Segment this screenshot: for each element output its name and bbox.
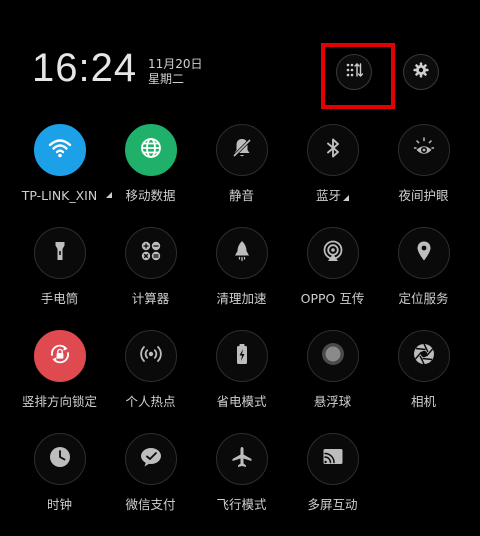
tile-rotation-lock[interactable]: 竖排方向锁定 bbox=[14, 330, 105, 433]
tile-label: TP-LINK_XIN bbox=[20, 188, 112, 204]
expand-caret-icon bbox=[105, 192, 112, 198]
tile-clock[interactable]: 时钟 bbox=[14, 433, 105, 536]
clock-button[interactable] bbox=[33, 433, 86, 485]
tile-power-saving[interactable]: 省电模式 bbox=[196, 330, 287, 433]
tile-flashlight[interactable]: 手电筒 bbox=[14, 227, 105, 330]
tile-night-mode[interactable]: 夜间护眼 bbox=[378, 124, 469, 227]
tile-label: 蓝牙 bbox=[316, 188, 349, 204]
wifi-icon bbox=[47, 135, 73, 165]
tile-label: 移动数据 bbox=[125, 188, 176, 203]
globe-icon bbox=[138, 135, 164, 165]
tile-hotspot[interactable]: 个人热点 bbox=[105, 330, 196, 433]
tile-label: 静音 bbox=[228, 188, 254, 203]
location-toggle[interactable] bbox=[397, 227, 450, 279]
tile-calculator[interactable]: 计算器 bbox=[105, 227, 196, 330]
tile-label: 飞行模式 bbox=[216, 497, 267, 512]
eye-sun-icon bbox=[411, 135, 437, 165]
tile-location[interactable]: 定位服务 bbox=[378, 227, 469, 330]
camera-aperture-icon bbox=[411, 341, 437, 371]
night-mode-toggle[interactable] bbox=[397, 124, 450, 176]
share-signal-icon bbox=[320, 238, 346, 268]
cleanup-button[interactable] bbox=[215, 227, 268, 279]
tile-label: 相机 bbox=[410, 394, 436, 409]
wifi-toggle[interactable] bbox=[33, 124, 86, 176]
wechat-pay-icon bbox=[138, 444, 164, 474]
camera-button[interactable] bbox=[397, 330, 450, 382]
date-text: 11月20日 bbox=[148, 57, 203, 71]
tile-label: 悬浮球 bbox=[313, 394, 352, 409]
settings-button[interactable] bbox=[403, 54, 439, 90]
tile-multi-screen[interactable]: 多屏互动 bbox=[287, 433, 378, 536]
tile-camera[interactable]: 相机 bbox=[378, 330, 469, 433]
tile-floating-ball[interactable]: 悬浮球 bbox=[287, 330, 378, 433]
tile-airplane[interactable]: 飞行模式 bbox=[196, 433, 287, 536]
expand-caret-icon bbox=[343, 195, 349, 201]
tile-label: 定位服务 bbox=[398, 291, 449, 306]
tile-label: 个人热点 bbox=[125, 394, 176, 409]
weekday-text: 星期二 bbox=[148, 72, 185, 86]
tile-bluetooth[interactable]: 蓝牙 bbox=[287, 124, 378, 227]
tile-label: 计算器 bbox=[131, 291, 170, 306]
quick-settings-grid: TP-LINK_XIN 移动数据 静音 蓝牙 夜间护眼 手电筒 计算器 清理加速… bbox=[14, 124, 469, 536]
bluetooth-icon bbox=[320, 135, 346, 165]
oppo-share-toggle[interactable] bbox=[306, 227, 359, 279]
clock-time: 16:24 bbox=[32, 46, 138, 90]
tile-label: 微信支付 bbox=[125, 497, 176, 512]
cast-icon bbox=[320, 444, 346, 474]
gear-icon bbox=[412, 61, 430, 83]
airplane-icon bbox=[229, 444, 255, 474]
date-info: 11月20日 星期二 bbox=[148, 57, 203, 87]
floating-ball-toggle[interactable] bbox=[306, 330, 359, 382]
hotspot-toggle[interactable] bbox=[124, 330, 177, 382]
highlight-box bbox=[321, 43, 395, 109]
tile-label: 手电筒 bbox=[40, 291, 79, 306]
tile-oppo-share[interactable]: OPPO 互传 bbox=[287, 227, 378, 330]
multi-screen-toggle[interactable] bbox=[306, 433, 359, 485]
tile-cleanup[interactable]: 清理加速 bbox=[196, 227, 287, 330]
notification-header: 16:24 11月20日 星期二 bbox=[0, 0, 480, 110]
tile-wifi[interactable]: TP-LINK_XIN bbox=[14, 124, 112, 227]
floating-ball-icon bbox=[320, 341, 346, 371]
wechat-pay-button[interactable] bbox=[124, 433, 177, 485]
tile-label: 时钟 bbox=[46, 497, 72, 512]
mobile-data-toggle[interactable] bbox=[124, 124, 177, 176]
tile-label: 清理加速 bbox=[216, 291, 267, 306]
rocket-icon bbox=[229, 238, 255, 268]
bluetooth-toggle[interactable] bbox=[306, 124, 359, 176]
tile-label: 省电模式 bbox=[216, 394, 267, 409]
calculator-icon bbox=[138, 238, 164, 268]
tile-silent[interactable]: 静音 bbox=[196, 124, 287, 227]
tile-label: 夜间护眼 bbox=[398, 188, 449, 203]
tile-label: 多屏互动 bbox=[307, 497, 358, 512]
battery-saver-icon bbox=[229, 341, 255, 371]
tile-label: OPPO 互传 bbox=[300, 291, 365, 306]
tile-wechat-pay[interactable]: 微信支付 bbox=[105, 433, 196, 536]
rotation-lock-icon bbox=[47, 341, 73, 371]
airplane-toggle[interactable] bbox=[215, 433, 268, 485]
silent-toggle[interactable] bbox=[215, 124, 268, 176]
bell-off-icon bbox=[229, 135, 255, 165]
tile-mobile-data[interactable]: 移动数据 bbox=[105, 124, 196, 227]
location-pin-icon bbox=[411, 238, 437, 268]
flashlight-toggle[interactable] bbox=[33, 227, 86, 279]
rotation-lock-toggle[interactable] bbox=[33, 330, 86, 382]
hotspot-icon bbox=[138, 341, 164, 371]
tile-label: 竖排方向锁定 bbox=[21, 394, 97, 409]
flashlight-icon bbox=[47, 238, 73, 268]
power-saving-toggle[interactable] bbox=[215, 330, 268, 382]
clock-icon bbox=[47, 444, 73, 474]
calculator-button[interactable] bbox=[124, 227, 177, 279]
